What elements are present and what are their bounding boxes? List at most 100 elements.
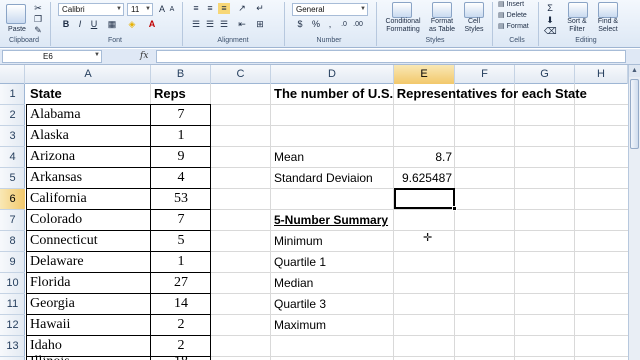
state-cell[interactable]: Florida bbox=[30, 273, 70, 293]
reps-cell[interactable]: 9 bbox=[166, 147, 196, 167]
scroll-up-icon[interactable]: ▲ bbox=[629, 65, 640, 77]
sd-value[interactable]: 9.625487 bbox=[394, 168, 452, 188]
state-cell[interactable]: Arizona bbox=[30, 147, 75, 167]
vertical-scrollbar[interactable]: ▲ bbox=[628, 65, 640, 360]
comma-button[interactable]: , bbox=[324, 19, 336, 30]
row-header[interactable]: 8 bbox=[0, 231, 25, 252]
align-bottom-icon[interactable]: ≡ bbox=[218, 3, 230, 14]
state-cell[interactable]: Illinois bbox=[30, 352, 70, 360]
align-left-icon[interactable]: ☰ bbox=[190, 19, 202, 30]
quartile1-label[interactable]: Quartile 1 bbox=[274, 252, 326, 272]
percent-button[interactable]: % bbox=[310, 19, 322, 30]
insert-function-icon[interactable]: fx bbox=[140, 51, 148, 61]
state-cell[interactable]: Alaska bbox=[30, 126, 69, 146]
cell-styles-button[interactable]: Cell Styles bbox=[458, 18, 490, 34]
row-header[interactable]: 9 bbox=[0, 252, 25, 273]
sort-filter-button[interactable]: Sort & Filter bbox=[562, 18, 592, 34]
maximum-label[interactable]: Maximum bbox=[274, 315, 326, 335]
header-state[interactable]: State bbox=[30, 84, 62, 104]
conditional-formatting-icon[interactable] bbox=[392, 2, 412, 18]
row-header[interactable]: 5 bbox=[0, 168, 25, 189]
currency-button[interactable]: $ bbox=[294, 19, 306, 30]
bold-button[interactable]: B bbox=[60, 19, 72, 30]
row-header[interactable]: 7 bbox=[0, 210, 25, 231]
row-header[interactable]: 10 bbox=[0, 273, 25, 294]
insert-button[interactable]: ▤ Insert bbox=[498, 1, 536, 9]
worksheet-grid[interactable]: State Reps The number of U.S. Representa… bbox=[26, 84, 628, 360]
chevron-down-icon[interactable]: ▼ bbox=[116, 4, 122, 15]
chevron-down-icon[interactable]: ▼ bbox=[145, 4, 151, 15]
column-header-e[interactable]: E bbox=[394, 65, 455, 84]
median-label[interactable]: Median bbox=[274, 273, 313, 293]
reps-cell[interactable]: 2 bbox=[166, 315, 196, 335]
fill-color-icon[interactable]: ◈ bbox=[126, 19, 138, 30]
font-color-icon[interactable]: A bbox=[146, 19, 158, 30]
column-header-a[interactable]: A bbox=[26, 65, 151, 84]
row-header[interactable]: 13 bbox=[0, 336, 25, 357]
column-header-f[interactable]: F bbox=[455, 65, 515, 84]
state-cell[interactable]: Alabama bbox=[30, 105, 81, 125]
find-select-button[interactable]: Find & Select bbox=[592, 18, 624, 34]
column-header-c[interactable]: C bbox=[211, 65, 271, 84]
sheet-title[interactable]: The number of U.S. Representatives for e… bbox=[274, 84, 587, 104]
format-painter-icon[interactable]: ✎ bbox=[32, 25, 44, 36]
clear-icon[interactable]: ⌫ bbox=[544, 26, 557, 37]
chevron-down-icon[interactable]: ▼ bbox=[360, 4, 366, 15]
reps-cell[interactable]: 7 bbox=[166, 210, 196, 230]
align-right-icon[interactable]: ☰ bbox=[218, 19, 230, 30]
scrollbar-thumb[interactable] bbox=[630, 79, 639, 149]
borders-icon[interactable]: ▦ bbox=[106, 19, 118, 30]
column-header-g[interactable]: G bbox=[515, 65, 575, 84]
reps-cell[interactable]: 1 bbox=[166, 126, 196, 146]
paste-button[interactable]: Paste bbox=[4, 26, 30, 34]
reps-cell[interactable]: 18 bbox=[166, 352, 196, 360]
wrap-text-icon[interactable]: ↵ bbox=[254, 3, 266, 14]
copy-icon[interactable]: ❐ bbox=[32, 14, 44, 25]
cut-icon[interactable]: ✂ bbox=[32, 3, 44, 14]
font-name-combo[interactable]: Calibri ▼ bbox=[58, 3, 124, 16]
reps-cell[interactable]: 14 bbox=[166, 294, 196, 314]
state-cell[interactable]: Colorado bbox=[30, 210, 82, 230]
fill-icon[interactable]: ⬇ bbox=[544, 15, 556, 26]
state-cell[interactable]: California bbox=[30, 189, 87, 209]
row-header[interactable]: 11 bbox=[0, 294, 25, 315]
underline-button[interactable]: U bbox=[88, 19, 100, 30]
quartile3-label[interactable]: Quartile 3 bbox=[274, 294, 326, 314]
row-header[interactable]: 3 bbox=[0, 126, 25, 147]
column-header-d[interactable]: D bbox=[271, 65, 394, 84]
name-box[interactable]: E6 bbox=[2, 50, 102, 63]
column-header-b[interactable]: B bbox=[151, 65, 211, 84]
state-cell[interactable]: Hawaii bbox=[30, 315, 70, 335]
reps-cell[interactable]: 27 bbox=[166, 273, 196, 293]
delete-button[interactable]: ▤ Delete bbox=[498, 12, 536, 20]
indent-icon[interactable]: ⇤ bbox=[236, 19, 248, 30]
reps-cell[interactable]: 53 bbox=[166, 189, 196, 209]
mean-label[interactable]: Mean bbox=[274, 147, 304, 167]
reps-cell[interactable]: 1 bbox=[166, 252, 196, 272]
row-header[interactable]: 4 bbox=[0, 147, 25, 168]
format-as-table-icon[interactable] bbox=[432, 2, 452, 18]
align-top-icon[interactable]: ≡ bbox=[190, 3, 202, 14]
sort-filter-icon[interactable] bbox=[568, 2, 588, 18]
sd-label[interactable]: Standard Deviaion bbox=[274, 168, 373, 188]
row-header-active[interactable]: 6 bbox=[0, 189, 25, 210]
row-header[interactable]: 1 bbox=[0, 84, 25, 105]
fill-handle[interactable] bbox=[452, 206, 457, 211]
state-cell[interactable]: Delaware bbox=[30, 252, 84, 272]
selected-cell-e6[interactable] bbox=[394, 188, 455, 209]
mean-value[interactable]: 8.7 bbox=[394, 147, 452, 167]
state-cell[interactable]: Arkansas bbox=[30, 168, 82, 188]
summary-title[interactable]: 5-Number Summary bbox=[274, 210, 388, 230]
format-button[interactable]: ▤ Format bbox=[498, 23, 536, 31]
reps-cell[interactable]: 4 bbox=[166, 168, 196, 188]
reps-cell[interactable]: 5 bbox=[166, 231, 196, 251]
row-header[interactable]: 12 bbox=[0, 315, 25, 336]
autosum-icon[interactable]: Σ bbox=[544, 3, 556, 14]
column-header-h[interactable]: H bbox=[575, 65, 628, 84]
number-format-combo[interactable]: General ▼ bbox=[292, 3, 368, 16]
decrease-decimal-icon[interactable]: .00 bbox=[352, 19, 364, 30]
italic-button[interactable]: I bbox=[74, 19, 86, 30]
row-header[interactable]: 2 bbox=[0, 105, 25, 126]
reps-cell[interactable]: 7 bbox=[166, 105, 196, 125]
select-all-corner[interactable] bbox=[0, 65, 25, 84]
